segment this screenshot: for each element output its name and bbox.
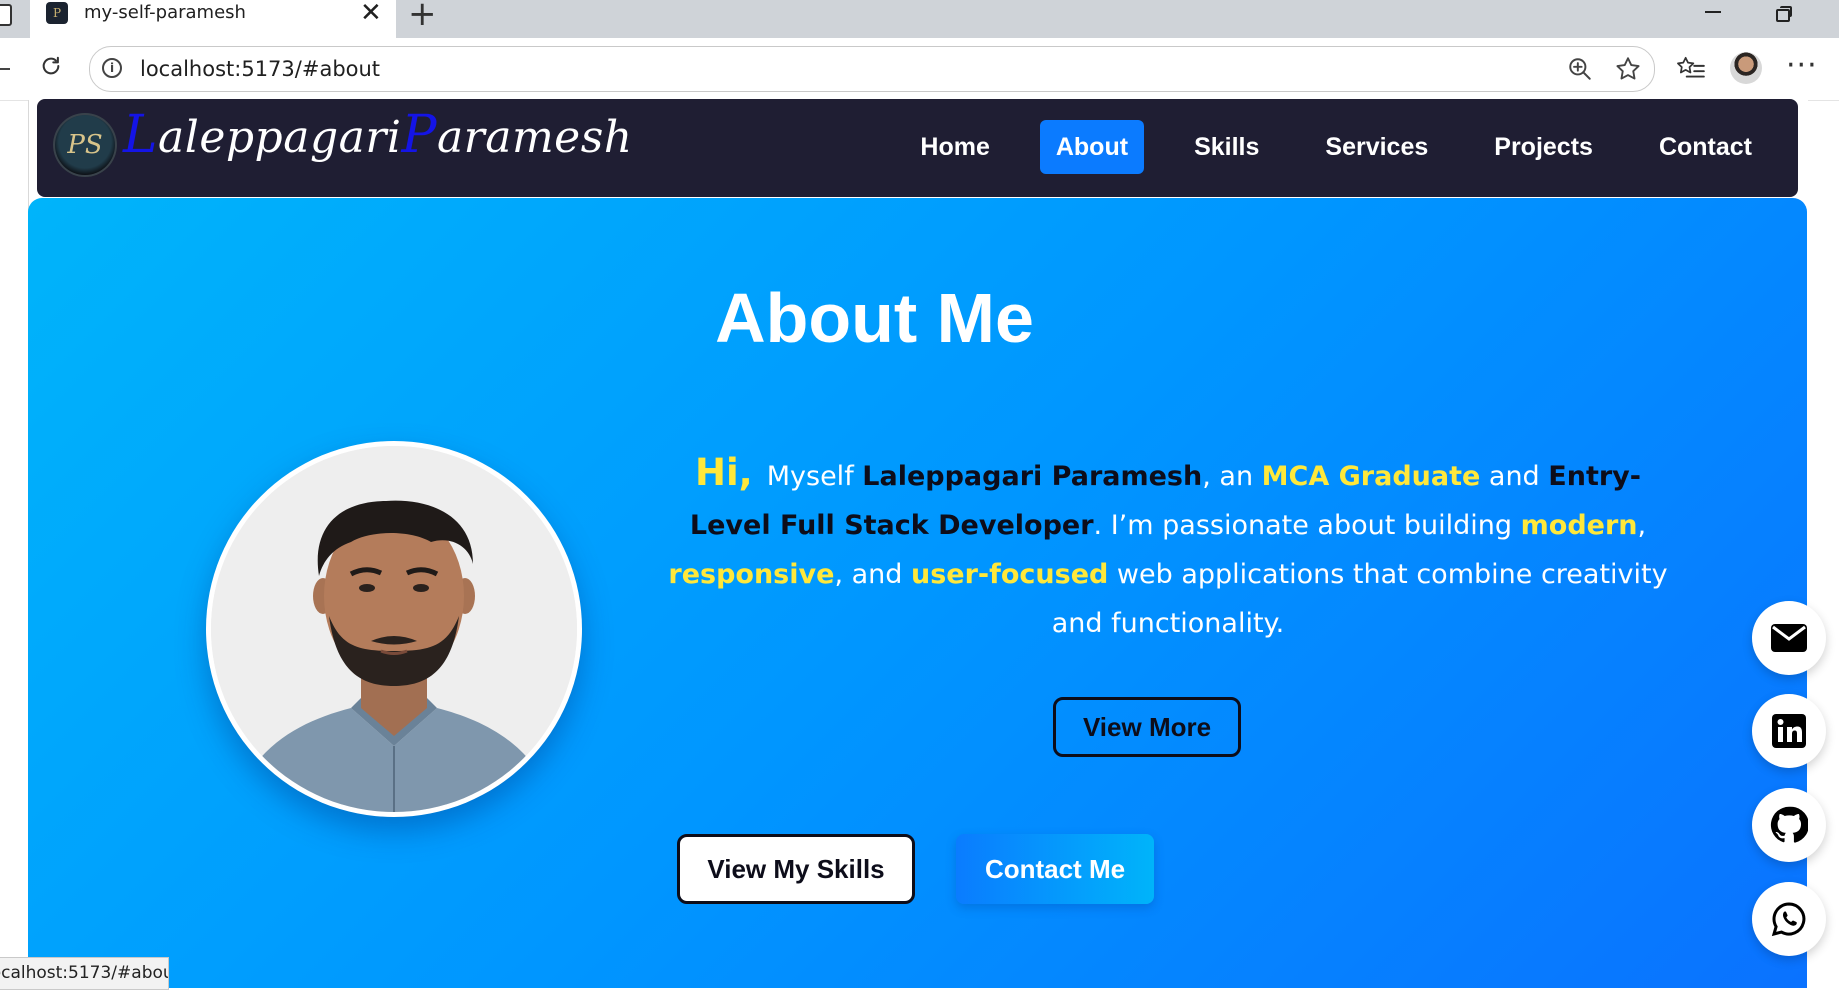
nav-home[interactable]: Home	[904, 120, 1005, 174]
profile-avatar[interactable]	[1730, 52, 1762, 84]
intro-text: . I’m passionate about building	[1093, 510, 1521, 541]
logo-rest-last: aramesh	[436, 112, 633, 163]
tab-title: my-self-paramesh	[84, 2, 246, 23]
zoom-icon[interactable]	[1567, 56, 1593, 82]
whatsapp-button[interactable]	[1752, 882, 1826, 956]
contact-me-button[interactable]: Contact Me	[956, 834, 1154, 904]
nav-about[interactable]: About	[1039, 120, 1145, 174]
nav-services[interactable]: Services	[1309, 120, 1444, 174]
intro-keyword-user-focused: user-focused	[910, 559, 1109, 590]
intro-text: web applications that combine creativity…	[1051, 559, 1668, 639]
new-tab-button[interactable]: +	[408, 0, 437, 34]
intro-text: Myself	[766, 461, 863, 492]
status-url-text: localhost:5173/#about	[0, 963, 168, 983]
status-bar-url: localhost:5173/#about	[0, 957, 169, 990]
nav-links: Home About Skills Services Projects Cont…	[870, 120, 1768, 174]
browser-tab-strip: P my-self-paramesh ✕ +	[0, 0, 1839, 38]
profile-photo	[211, 446, 577, 812]
about-section: About Me Hi, Myself Laleppagari Paramesh…	[28, 198, 1807, 988]
nav-projects[interactable]: Projects	[1478, 120, 1609, 174]
url-text[interactable]: localhost:5173/#about	[140, 57, 380, 81]
nav-contact[interactable]: Contact	[1643, 120, 1768, 174]
logo-badge-icon[interactable]: PS	[53, 113, 117, 177]
favorites-list-icon[interactable]	[1676, 54, 1706, 82]
tab-actions-icon[interactable]	[0, 4, 12, 26]
intro-text: and	[1480, 461, 1549, 492]
logo-initial-last: P	[401, 105, 437, 165]
logo-initial-first: L	[123, 105, 159, 165]
github-icon	[1770, 806, 1808, 843]
person-portrait-icon	[211, 446, 577, 812]
tab-favicon-icon: P	[46, 2, 68, 24]
site-logo[interactable]: LaleppagariParamesh	[123, 105, 633, 165]
mail-icon	[1771, 624, 1807, 652]
site-navbar: PS LaleppagariParamesh Home About Skills…	[37, 99, 1798, 197]
browser-tab[interactable]: P my-self-paramesh ✕	[30, 0, 396, 38]
intro-degree: MCA Graduate	[1261, 461, 1481, 492]
nav-skills[interactable]: Skills	[1178, 120, 1275, 174]
github-button[interactable]	[1752, 788, 1826, 862]
intro-text: , and	[834, 559, 911, 590]
intro-text: , an	[1202, 461, 1262, 492]
intro-name: Laleppagari Paramesh	[862, 461, 1203, 492]
favorite-star-icon[interactable]	[1614, 55, 1642, 83]
linkedin-icon	[1772, 714, 1806, 748]
browser-toolbar: i localhost:5173/#about ···	[0, 38, 1839, 101]
view-skills-button[interactable]: View My Skills	[677, 834, 915, 904]
intro-paragraph: Hi, Myself Laleppagari Paramesh, an MCA G…	[668, 448, 1668, 648]
section-title: About Me	[715, 279, 1034, 357]
intro-keyword-responsive: responsive	[668, 559, 835, 590]
email-button[interactable]	[1752, 601, 1826, 675]
restore-window-icon[interactable]	[1776, 6, 1792, 22]
more-menu-icon[interactable]: ···	[1786, 48, 1818, 83]
back-arrow-icon[interactable]	[0, 68, 10, 70]
reload-icon[interactable]	[40, 55, 62, 77]
linkedin-button[interactable]	[1752, 694, 1826, 768]
intro-keyword-modern: modern	[1520, 510, 1638, 541]
site-info-icon[interactable]: i	[102, 58, 122, 78]
intro-text: ,	[1637, 510, 1647, 541]
tab-close-icon[interactable]: ✕	[360, 0, 382, 28]
logo-rest-first: aleppagari	[158, 112, 402, 163]
intro-greeting: Hi,	[695, 451, 753, 494]
address-bar[interactable]: i localhost:5173/#about	[89, 46, 1655, 92]
minimize-window-icon[interactable]	[1705, 11, 1721, 13]
whatsapp-icon	[1771, 902, 1806, 937]
profile-photo-frame	[206, 441, 582, 817]
view-more-button[interactable]: View More	[1053, 697, 1241, 757]
